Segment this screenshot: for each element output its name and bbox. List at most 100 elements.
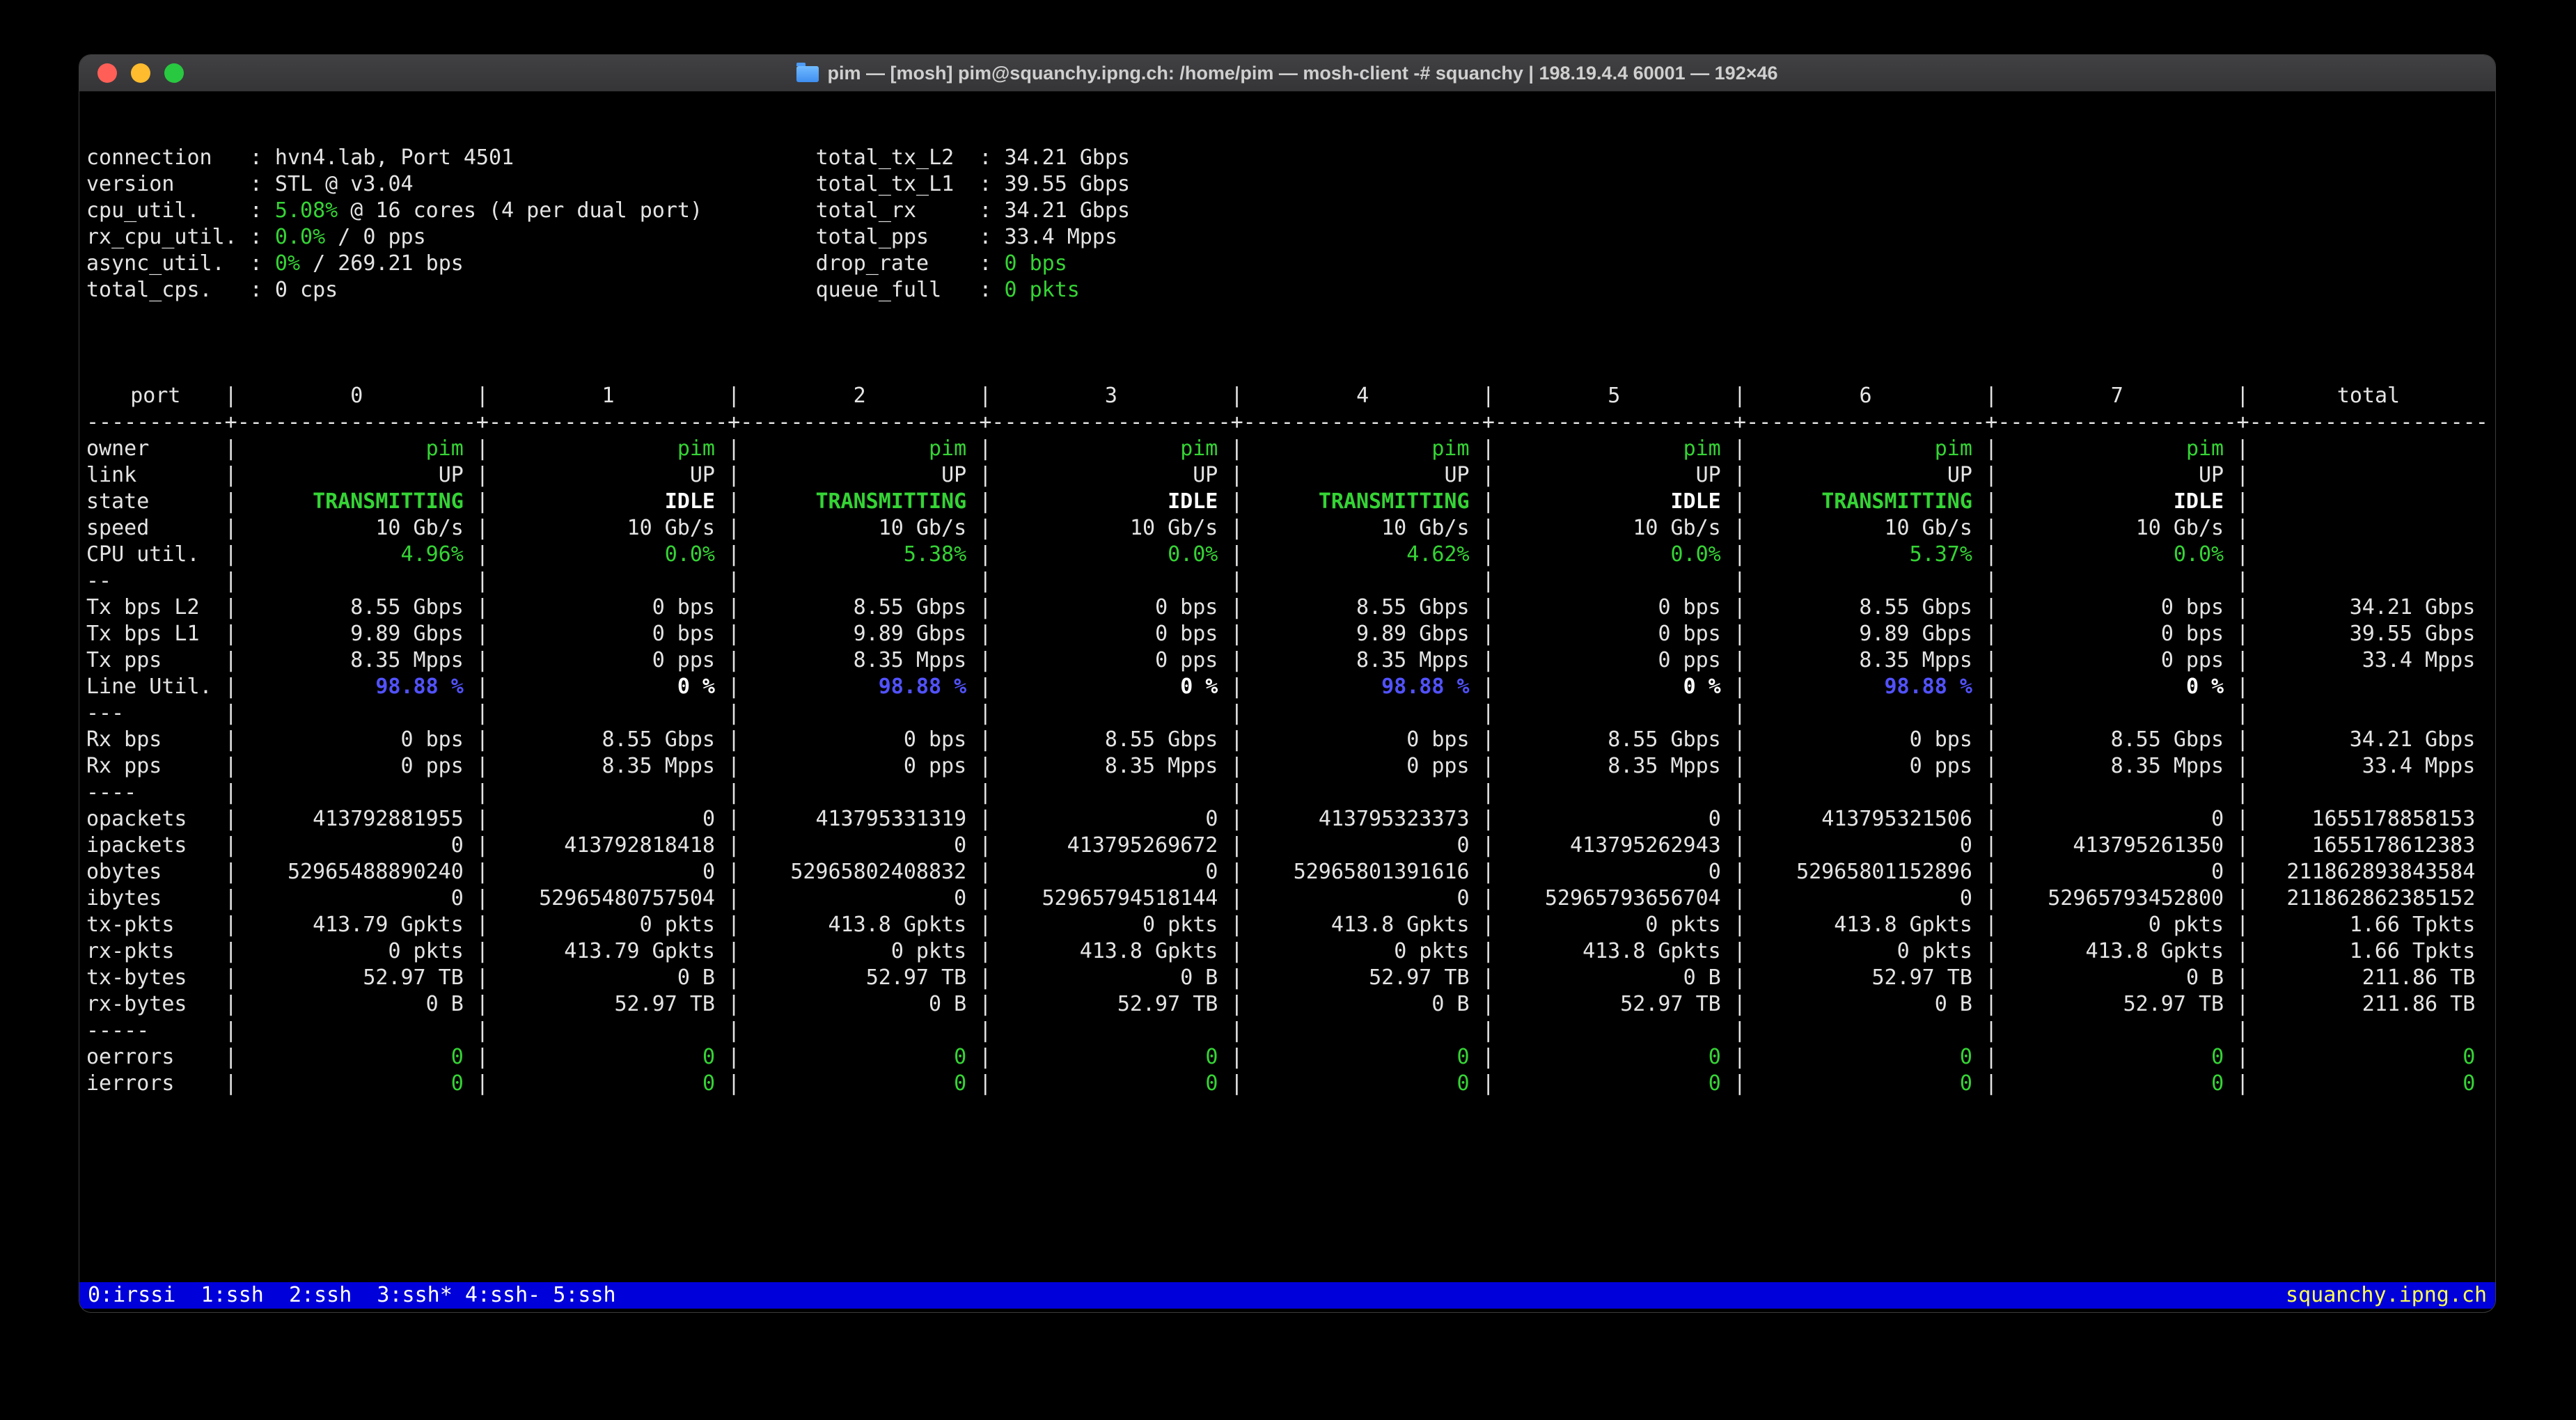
column-separator: | <box>979 648 992 672</box>
cell: 0 <box>1205 1071 1218 1096</box>
column-separator: | <box>1984 436 1998 461</box>
column-separator: | <box>1733 1045 1746 1069</box>
global-stats-left: cpu_util.: 5.08% @ 16 cores (4 per dual … <box>86 198 816 224</box>
column-separator: | <box>1733 807 1746 831</box>
stat-label: queue_full <box>815 278 942 302</box>
column-separator: | <box>979 595 992 620</box>
minimize-button[interactable] <box>131 63 150 83</box>
column-separator: | <box>476 489 489 514</box>
column-separator: | <box>979 727 992 752</box>
column-separator: | <box>1230 516 1243 540</box>
stat-separator: : <box>249 225 275 249</box>
cell: 413792818418 <box>564 833 715 858</box>
column-separator: | <box>476 648 489 672</box>
column-separator: | <box>1984 886 1998 910</box>
column-separator: | <box>224 886 237 910</box>
cell: 0 <box>1456 833 1470 858</box>
cell: 413.8 Gpkts <box>2085 939 2224 963</box>
column-separator: | <box>728 595 741 620</box>
column-separator: | <box>476 833 489 858</box>
cell: 10 Gb/s <box>1633 516 1721 540</box>
close-button[interactable] <box>97 63 117 83</box>
cell: UP <box>1193 463 1218 487</box>
column-separator: | <box>224 516 237 540</box>
column-separator: | <box>2236 939 2249 963</box>
row-label: ierrors <box>86 1071 175 1096</box>
total-cell: 0 <box>2463 1045 2476 1069</box>
column-separator: | <box>728 569 741 593</box>
status-ok-row: status:[OK] <box>79 1203 2495 1229</box>
column-separator: | <box>2236 913 2249 937</box>
column-separator: | <box>1733 913 1746 937</box>
column-separator: | <box>476 727 489 752</box>
table-row: ----- | | | | | | | | | <box>79 1018 2495 1044</box>
table-row: ipackets | 0 | 413792818418 | 0 | 413795269672 | 0… <box>79 833 2495 859</box>
cell: 0 <box>702 1045 715 1069</box>
total-cell: 39.55 Gbps <box>2349 622 2476 646</box>
table-row: oerrors | 0 | 0 | 0 | 0 | 0 | 0 | 0 | 0 | 0 <box>79 1044 2495 1071</box>
cell: 0 <box>702 807 715 831</box>
cell: 8.55 Gbps <box>2110 727 2224 752</box>
column-separator: | <box>476 754 489 778</box>
column-separator: | <box>224 754 237 778</box>
global-stats-line: connection: hvn4.lab, Port 4501 total_tx_… <box>79 145 2495 171</box>
column-separator: | <box>1733 1071 1746 1096</box>
column-separator: | <box>728 939 741 963</box>
cell: 0 <box>1959 1045 1972 1069</box>
cell: 413.8 Gpkts <box>1582 939 1721 963</box>
column-separator: | <box>1230 965 1243 990</box>
table-row: ibytes | 0 | 52965480757504 | 0 | 52965794518144… <box>79 885 2495 912</box>
cell: 8.35 Mpps <box>350 648 464 672</box>
column-separator: | <box>728 622 741 646</box>
cell: UP <box>1695 463 1721 487</box>
column-separator: | <box>728 489 741 514</box>
zoom-button[interactable] <box>164 63 184 83</box>
cell: 8.35 Mpps <box>853 648 967 672</box>
stat-separator: : <box>979 145 1005 170</box>
row-label: ----- <box>86 1018 150 1043</box>
column-separator: | <box>979 939 992 963</box>
cell: 8.35 Mpps <box>1608 754 1721 778</box>
column-separator: | <box>224 463 237 487</box>
column-separator: | <box>728 436 741 461</box>
cell: 0 bps <box>1658 622 1721 646</box>
column-separator: | <box>1230 463 1243 487</box>
terminal-content[interactable]: Global Statistics connection: hvn4.lab, … <box>79 92 2495 1312</box>
column-separator: | <box>1230 727 1243 752</box>
cell: 0 % <box>1683 674 1721 699</box>
stat-separator: : <box>249 278 275 302</box>
cell: 0 pps <box>400 754 464 778</box>
titlebar[interactable]: pim — [mosh] pim@squanchy.ipng.ch: /home… <box>79 55 2495 92</box>
cell: 0 pps <box>1155 648 1218 672</box>
cell: pim <box>1683 436 1721 461</box>
cell: 9.89 Gbps <box>853 622 967 646</box>
cell: 413.79 Gpkts <box>564 939 715 963</box>
stat-value-highlight: 0.0% <box>274 225 326 249</box>
column-separator: | <box>979 754 992 778</box>
column-separator: | <box>1733 436 1746 461</box>
cell: pim <box>677 436 715 461</box>
cell: 413.8 Gpkts <box>1079 939 1218 963</box>
column-separator: | <box>979 489 992 514</box>
global-stats-left: total_cps.: 0 cps <box>86 277 816 303</box>
cell: 0 pkts <box>639 913 715 937</box>
row-label: opackets <box>86 807 187 831</box>
cell: 0 <box>1456 886 1470 910</box>
cell: 0 <box>1456 1045 1470 1069</box>
column-separator: | <box>1230 913 1243 937</box>
cell: 0 B <box>677 965 715 990</box>
column-separator: | <box>1482 754 1495 778</box>
column-separator: | <box>1482 1018 1495 1043</box>
port-stats-table: port | 0 | 1 | 2 | 3 | 4 | 5 | 6 | 7 | total -----------+--… <box>79 383 2495 1097</box>
cell: IDLE <box>664 489 715 514</box>
row-label: ---- <box>86 780 137 805</box>
total-cell: 1655178612383 <box>2311 833 2476 858</box>
column-separator: | <box>1482 965 1495 990</box>
prompt-row[interactable]: tui> <box>79 1256 2495 1282</box>
global-stats-line: async_util.: 0% / 269.21 bps drop_rate: 0… <box>79 251 2495 277</box>
stat-label: total_cps. <box>86 278 212 302</box>
column-separator: | <box>476 436 489 461</box>
